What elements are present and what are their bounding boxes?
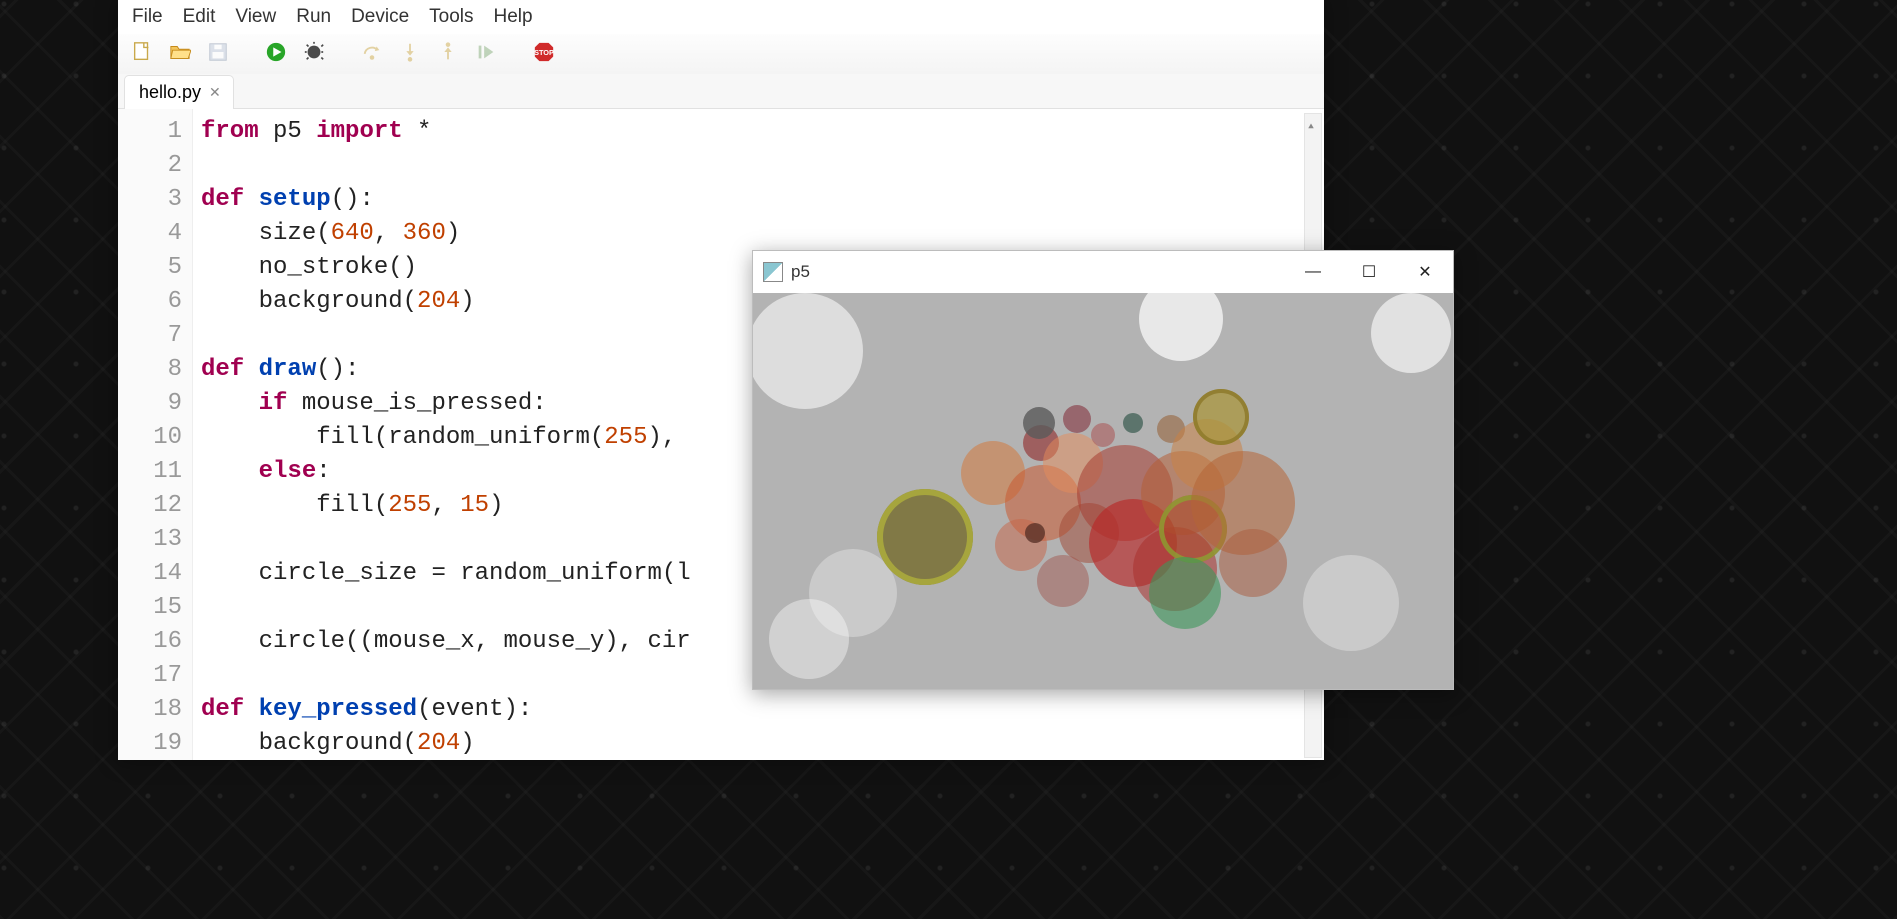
canvas-circle bbox=[1303, 555, 1399, 651]
canvas-circle bbox=[769, 599, 849, 679]
svg-text:STOP: STOP bbox=[534, 48, 554, 57]
menu-device[interactable]: Device bbox=[343, 4, 417, 30]
line-number-gutter: 12345678910111213141516171819 bbox=[118, 109, 193, 760]
canvas-circle bbox=[753, 293, 863, 409]
menu-help[interactable]: Help bbox=[486, 4, 541, 30]
code-content[interactable]: from p5 import *def setup(): size(640, 3… bbox=[193, 109, 691, 760]
minimize-button[interactable]: — bbox=[1285, 251, 1341, 293]
menu-view[interactable]: View bbox=[227, 4, 284, 30]
canvas-circle bbox=[1219, 529, 1287, 597]
run-icon[interactable] bbox=[264, 40, 288, 64]
save-file-icon[interactable] bbox=[206, 40, 230, 64]
menu-run[interactable]: Run bbox=[288, 4, 339, 30]
canvas-circle bbox=[1023, 407, 1055, 439]
step-out-icon[interactable] bbox=[436, 40, 460, 64]
canvas-circle bbox=[1371, 293, 1451, 373]
menu-bar: File Edit View Run Device Tools Help bbox=[118, 0, 1324, 34]
canvas-circle bbox=[877, 489, 973, 585]
step-over-icon[interactable] bbox=[360, 40, 384, 64]
toolbar: STOP bbox=[118, 34, 1324, 74]
new-file-icon[interactable] bbox=[130, 40, 154, 64]
p5-titlebar[interactable]: p5 — ☐ ✕ bbox=[753, 251, 1453, 293]
canvas-circle bbox=[1037, 555, 1089, 607]
maximize-button[interactable]: ☐ bbox=[1341, 251, 1397, 293]
canvas-circle bbox=[1139, 293, 1223, 361]
menu-edit[interactable]: Edit bbox=[175, 4, 224, 30]
tab-bar: hello.py ✕ bbox=[118, 74, 1324, 109]
canvas-circle bbox=[1025, 523, 1045, 543]
stop-icon[interactable]: STOP bbox=[532, 40, 556, 64]
p5-output-window: p5 — ☐ ✕ bbox=[752, 250, 1454, 690]
canvas-circle bbox=[1149, 557, 1221, 629]
tab-hello-py[interactable]: hello.py ✕ bbox=[124, 75, 234, 109]
step-into-icon[interactable] bbox=[398, 40, 422, 64]
continue-icon[interactable] bbox=[474, 40, 498, 64]
debug-icon[interactable] bbox=[302, 40, 326, 64]
canvas-circle bbox=[1123, 413, 1143, 433]
canvas-circle bbox=[1091, 423, 1115, 447]
menu-tools[interactable]: Tools bbox=[421, 4, 481, 30]
open-file-icon[interactable] bbox=[168, 40, 192, 64]
tab-close-icon[interactable]: ✕ bbox=[209, 84, 221, 101]
close-button[interactable]: ✕ bbox=[1397, 251, 1453, 293]
menu-file[interactable]: File bbox=[124, 4, 171, 30]
p5-canvas[interactable] bbox=[753, 293, 1453, 689]
p5-app-icon bbox=[763, 262, 783, 282]
tab-label: hello.py bbox=[139, 82, 201, 103]
p5-window-title: p5 bbox=[791, 262, 810, 282]
canvas-circle bbox=[1193, 389, 1249, 445]
canvas-circle bbox=[1063, 405, 1091, 433]
